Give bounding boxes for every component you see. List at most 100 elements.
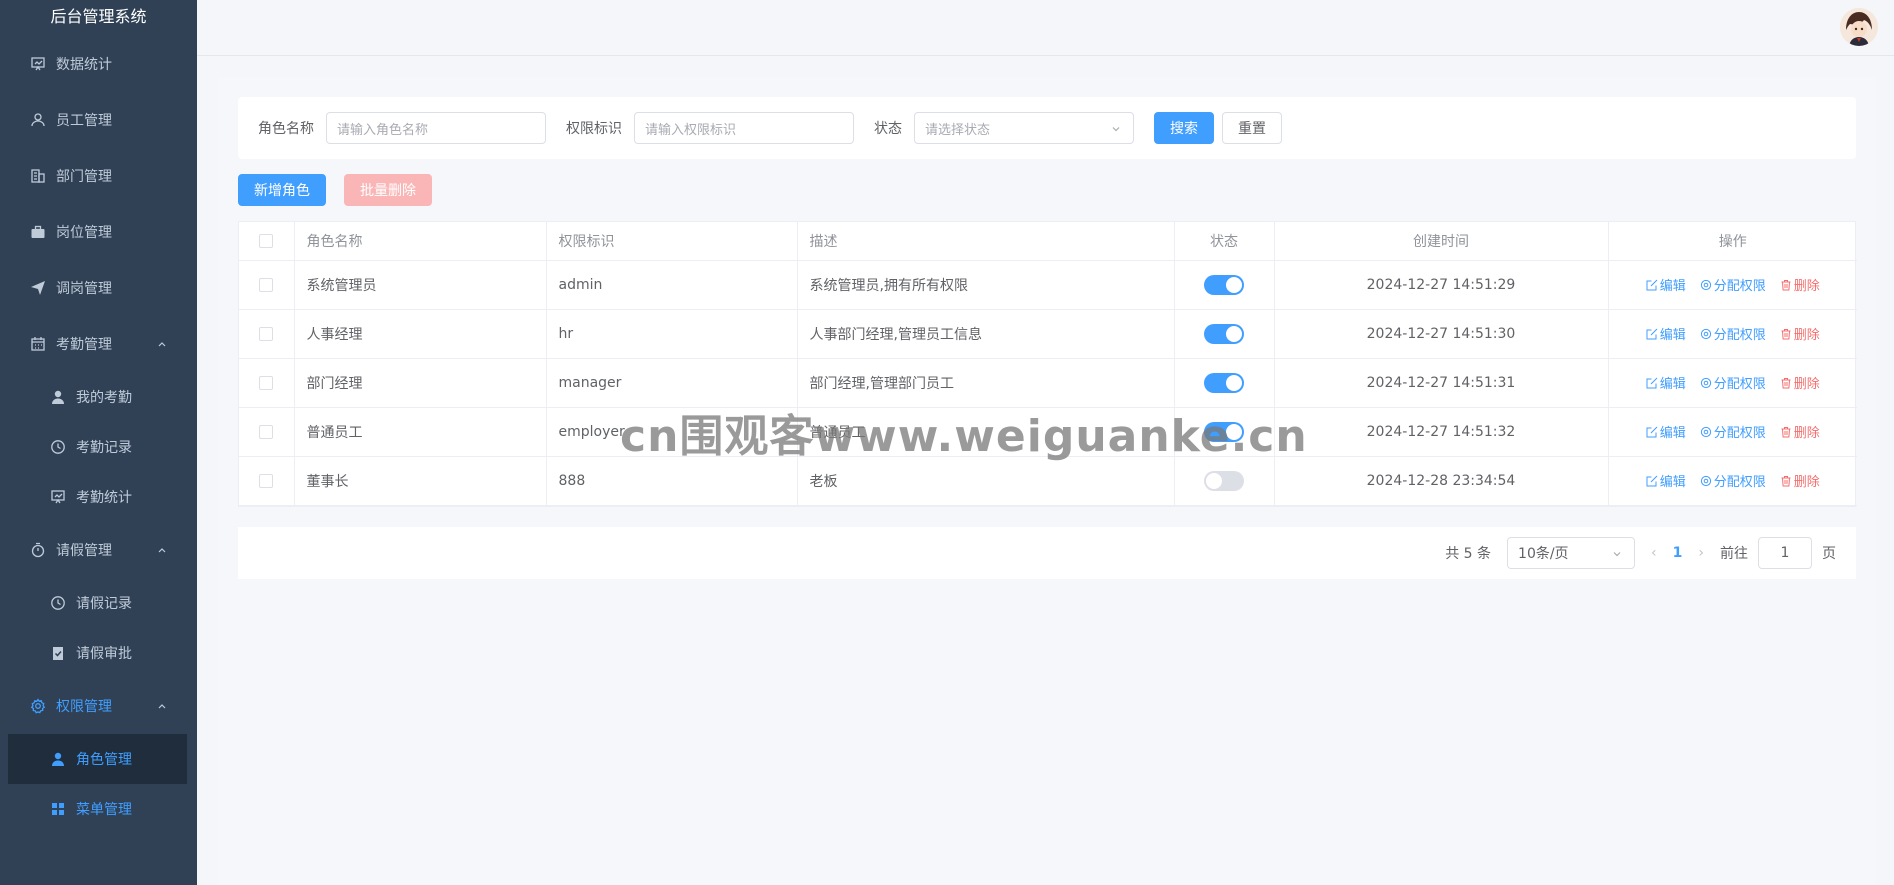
cell-perm-key: manager [546, 358, 798, 408]
role-name-label: 角色名称 [258, 121, 314, 137]
edit-button[interactable]: 编辑 [1646, 471, 1686, 490]
sidebar-item-position[interactable]: 岗位管理 [0, 204, 197, 260]
sidebar-item-permission[interactable]: 权限管理 [0, 678, 197, 734]
status-switch[interactable] [1204, 470, 1244, 491]
delete-button[interactable]: 删除 [1780, 275, 1820, 294]
status-select[interactable]: 请选择状态 [914, 112, 1134, 144]
building-icon [30, 168, 46, 184]
status-switch[interactable] [1204, 421, 1244, 442]
role-name-input[interactable]: 请输入角色名称 [326, 112, 546, 144]
clock-icon [50, 439, 66, 455]
status-placeholder: 请选择状态 [925, 122, 991, 138]
sidebar-item-transfer[interactable]: 调岗管理 [0, 260, 197, 316]
delete-label: 删除 [1793, 475, 1820, 490]
assign-permission-button[interactable]: 分配权限 [1700, 471, 1766, 490]
chevron-up-icon [158, 342, 166, 347]
goto-page: 前往 1 页 [1720, 537, 1836, 569]
delete-label: 删除 [1793, 328, 1820, 343]
status-switch[interactable] [1204, 372, 1244, 393]
next-page-button[interactable]: › [1698, 545, 1704, 561]
delete-button[interactable]: 删除 [1780, 471, 1820, 490]
table-header-row: 角色名称 权限标识 描述 状态 创建时间 操作 [239, 222, 1857, 261]
sidebar-item-employee[interactable]: 员工管理 [0, 92, 197, 148]
delete-button[interactable]: 删除 [1780, 373, 1820, 392]
page-size-select[interactable]: 10条/页 [1507, 537, 1636, 569]
goto-label: 前往 [1720, 546, 1748, 562]
col-header-name: 角色名称 [294, 222, 547, 261]
avatar[interactable] [1840, 8, 1878, 46]
sidebar-item-menu-management[interactable]: 菜单管理 [0, 784, 197, 834]
edit-button[interactable]: 编辑 [1646, 275, 1686, 294]
delete-button[interactable]: 删除 [1780, 422, 1820, 441]
sidebar-item-label: 请假管理 [56, 543, 112, 559]
sidebar-item-attendance-stats[interactable]: 考勤统计 [0, 472, 197, 522]
sidebar-item-leave-records[interactable]: 请假记录 [0, 578, 197, 628]
cell-perm-key: admin [546, 260, 798, 310]
assign-permission-button[interactable]: 分配权限 [1700, 373, 1766, 392]
sidebar-item-label: 角色管理 [76, 752, 132, 768]
row-checkbox[interactable] [259, 326, 274, 341]
reset-button[interactable]: 重置 [1222, 112, 1282, 144]
perm-key-input[interactable]: 请输入权限标识 [634, 112, 854, 144]
total-count: 共 5 条 [1445, 546, 1492, 562]
sidebar-item-attendance-records[interactable]: 考勤记录 [0, 422, 197, 472]
assign-permission-button[interactable]: 分配权限 [1700, 422, 1766, 441]
perm-key-label: 权限标识 [566, 121, 622, 137]
assign-permission-button[interactable]: 分配权限 [1700, 275, 1766, 294]
assign-permission-button[interactable]: 分配权限 [1700, 324, 1766, 343]
person-icon [50, 751, 66, 767]
delete-label: 删除 [1793, 377, 1820, 392]
prev-page-button[interactable]: ‹ [1651, 545, 1657, 561]
page-number[interactable]: 1 [1673, 545, 1683, 561]
gear-icon [1700, 279, 1714, 291]
row-checkbox[interactable] [259, 424, 274, 439]
switch-knob [1226, 276, 1242, 293]
cell-role-name: 系统管理员 [294, 260, 547, 310]
sidebar-item-label: 请假审批 [76, 646, 132, 662]
trash-icon [1780, 426, 1794, 438]
edit-label: 编辑 [1659, 426, 1686, 441]
row-checkbox[interactable] [259, 277, 274, 292]
sidebar-item-label: 考勤管理 [56, 337, 112, 353]
trash-icon [1780, 328, 1794, 340]
sidebar-item-label: 数据统计 [56, 57, 112, 73]
gear-icon [1700, 475, 1714, 487]
edit-button[interactable]: 编辑 [1646, 324, 1686, 343]
sidebar-item-label: 调岗管理 [56, 281, 112, 297]
sidebar-item-department[interactable]: 部门管理 [0, 148, 197, 204]
row-checkbox[interactable] [259, 375, 274, 390]
add-role-button[interactable]: 新增角色 [238, 174, 326, 206]
status-label: 状态 [874, 121, 902, 137]
edit-button[interactable]: 编辑 [1646, 373, 1686, 392]
pagination: 共 5 条 10条/页 ‹ 1 › 前往 1 页 [238, 527, 1856, 579]
edit-button[interactable]: 编辑 [1646, 422, 1686, 441]
sidebar-item-label: 考勤统计 [76, 490, 132, 506]
edit-icon [1646, 377, 1660, 389]
role-name-placeholder: 请输入角色名称 [337, 122, 429, 138]
select-all-checkbox[interactable] [259, 233, 274, 248]
sidebar-item-role-management[interactable]: 角色管理 [8, 734, 187, 784]
sidebar-item-leave[interactable]: 请假管理 [0, 522, 197, 578]
sidebar-item-attendance[interactable]: 考勤管理 [0, 316, 197, 372]
sidebar-item-label: 菜单管理 [76, 802, 132, 818]
sidebar-item-data-stats[interactable]: 数据统计 [0, 36, 197, 92]
search-button[interactable]: 搜索 [1154, 112, 1214, 144]
goto-page-input[interactable]: 1 [1758, 537, 1812, 569]
delete-button[interactable]: 删除 [1780, 324, 1820, 343]
chevron-down-icon [1112, 127, 1120, 132]
sidebar-item-label: 部门管理 [56, 169, 112, 185]
edit-icon [1646, 475, 1660, 487]
user-icon [30, 112, 46, 128]
sidebar-item-label: 岗位管理 [56, 225, 112, 241]
sidebar-item-label: 员工管理 [56, 113, 112, 129]
assign-label: 分配权限 [1713, 426, 1766, 441]
sidebar-item-my-attendance[interactable]: 我的考勤 [0, 372, 197, 422]
sidebar-item-leave-approval[interactable]: 请假审批 [0, 628, 197, 678]
cell-created-time: 2024-12-27 14:51:31 [1274, 358, 1609, 408]
role-table: 角色名称 权限标识 描述 状态 创建时间 操作 系统管理员 admin 系统管理员,… [238, 221, 1857, 507]
row-checkbox[interactable] [259, 473, 274, 488]
cell-created-time: 2024-12-27 14:51:32 [1274, 407, 1609, 457]
cell-created-time: 2024-12-27 14:51:30 [1274, 309, 1609, 359]
status-switch[interactable] [1204, 323, 1244, 344]
status-switch[interactable] [1204, 274, 1244, 295]
